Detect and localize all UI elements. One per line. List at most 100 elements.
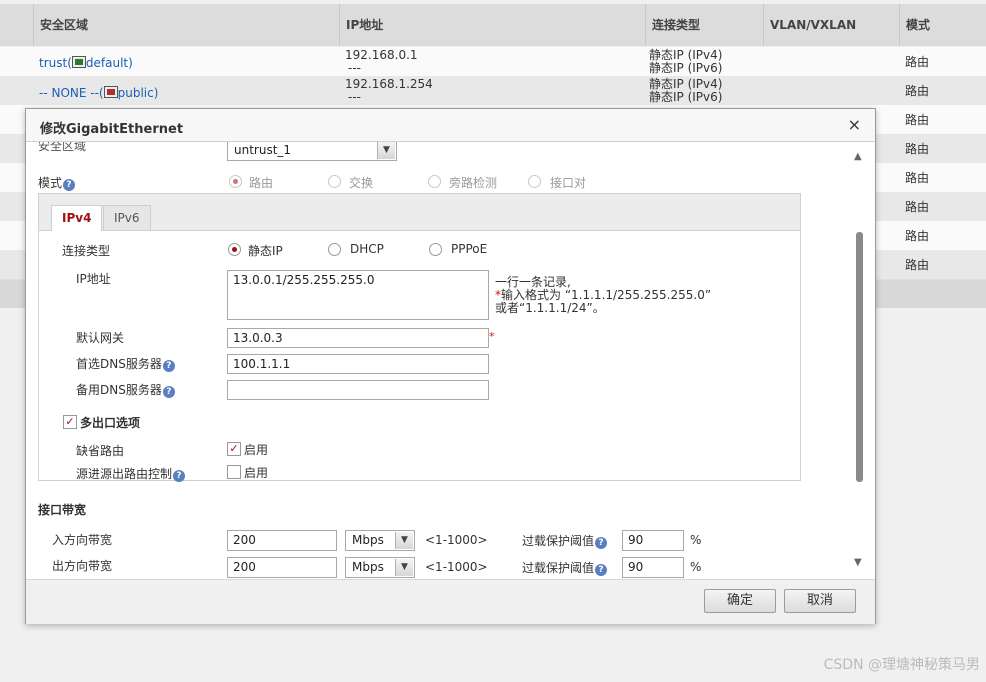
src-route-checkbox[interactable] <box>227 465 241 479</box>
out-bw-label: 出方向带宽 <box>52 559 113 573</box>
dialog-scrollbar[interactable]: ▲ ▼ <box>854 148 866 568</box>
dialog-body[interactable]: 安全区域 untrust_1 ▼ 模式? 路由 交换 旁路检测 接口对 IPv4… <box>26 142 872 578</box>
mode-bypass-radio[interactable] <box>428 175 441 188</box>
help-icon[interactable]: ? <box>595 537 608 549</box>
chevron-down-icon: ▼ <box>377 142 395 159</box>
scroll-up-icon[interactable]: ▲ <box>854 151 862 162</box>
in-bw-input[interactable]: 200 <box>227 530 337 551</box>
col-ip: IP地址 <box>339 4 645 46</box>
conn-type-cell: 静态IP (IPv4) 静态IP (IPv6) <box>649 77 723 104</box>
mode-switch-label: 交换 <box>349 176 374 190</box>
edit-interface-dialog: 修改GigabitEthernet × 安全区域 untrust_1 ▼ 模式?… <box>25 108 876 624</box>
col-vlan: VLAN/VXLAN <box>763 4 899 46</box>
conn-static-radio[interactable] <box>228 243 241 256</box>
table-row[interactable]: trust(default) 192.168.0.1 --- 静态IP (IPv4… <box>0 47 986 77</box>
col-zone: 安全区域 <box>33 4 339 46</box>
out-threshold-input[interactable]: 90 <box>622 557 684 578</box>
col-mode: 模式 <box>899 4 986 46</box>
src-route-enable: 启用 <box>244 466 269 480</box>
mode-pair-label: 接口对 <box>550 176 587 190</box>
conn-dhcp-label: DHCP <box>350 242 384 256</box>
gateway-label: 默认网关 <box>76 331 125 345</box>
conn-dhcp-radio[interactable] <box>328 243 341 256</box>
zone-link[interactable]: trust( <box>39 56 72 70</box>
in-overload-label: 过载保护阈值? <box>522 532 608 549</box>
gateway-input[interactable]: 13.0.0.3 <box>227 328 489 348</box>
dns2-label: 备用DNS服务器? <box>76 381 175 398</box>
multi-exit-checkbox[interactable]: ✓ <box>63 415 77 429</box>
table-row[interactable]: -- NONE --( public) 192.168.1.254 --- 静态IP… <box>0 76 986 106</box>
mode-route-radio[interactable] <box>229 175 242 188</box>
scroll-down-icon[interactable]: ▼ <box>854 557 862 568</box>
src-route-label: 源进源出路由控制? <box>76 465 186 482</box>
mode-cell: 路由 <box>905 84 930 98</box>
mode-cell: 路由 <box>905 229 930 243</box>
default-route-checkbox[interactable]: ✓ <box>227 442 241 456</box>
watermark: CSDN @理塘神秘策马男 <box>823 657 980 673</box>
zone-cell: -- NONE --( public) <box>39 86 158 100</box>
default-route-label: 缺省路由 <box>76 444 125 458</box>
out-bw-input[interactable]: 200 <box>227 557 337 578</box>
mode-cell: 路由 <box>905 171 930 185</box>
out-overload-label: 过载保护阈值? <box>522 559 608 576</box>
close-icon[interactable]: × <box>848 115 861 134</box>
dns1-label: 首选DNS服务器? <box>76 355 175 372</box>
conn-pppoe-radio[interactable] <box>429 243 442 256</box>
chevron-down-icon: ▼ <box>395 559 413 576</box>
ok-button[interactable]: 确定 <box>704 589 776 613</box>
mode-cell: 路由 <box>905 113 930 127</box>
scrollbar-thumb[interactable] <box>856 232 863 482</box>
mode-cell: 路由 <box>905 55 930 69</box>
help-icon[interactable]: ? <box>63 179 76 191</box>
conn-type-label: 连接类型 <box>62 244 111 258</box>
in-bw-label: 入方向带宽 <box>52 533 113 547</box>
mode-cell: 路由 <box>905 258 930 272</box>
default-route-enable: 启用 <box>244 443 269 457</box>
ip-tab-panel: IPv4 IPv6 连接类型 静态IP DHCP PPPoE IP地址 13.0… <box>38 193 801 482</box>
tab-bar: IPv4 IPv6 <box>39 194 800 231</box>
mode-cell: 路由 <box>905 200 930 214</box>
dns1-input[interactable]: 100.1.1.1 <box>227 354 489 374</box>
help-icon[interactable]: ? <box>162 386 175 398</box>
zone-select[interactable]: untrust_1 ▼ <box>227 142 397 161</box>
mode-cell: 路由 <box>905 142 930 156</box>
tab-ipv6[interactable]: IPv6 <box>103 205 151 230</box>
dialog-footer: 确定 取消 <box>26 579 875 624</box>
help-icon[interactable]: ? <box>595 564 608 576</box>
in-bw-unit-select[interactable]: Mbps ▼ <box>345 530 415 551</box>
unit-value: Mbps <box>352 560 384 574</box>
mode-pair-radio[interactable] <box>528 175 541 188</box>
tab-ipv4[interactable]: IPv4 <box>51 205 103 231</box>
zone-label: 安全区域 <box>38 142 87 153</box>
out-bw-range: <1-1000> <box>425 560 488 574</box>
ip-textarea[interactable]: 13.0.0.1/255.255.255.0 <box>227 270 489 320</box>
conn-pppoe-label: PPPoE <box>451 242 488 256</box>
vrf-link[interactable]: public) <box>118 86 159 100</box>
mode-bypass-label: 旁路检测 <box>449 176 498 190</box>
dns2-input[interactable] <box>227 380 489 400</box>
out-bw-unit-select[interactable]: Mbps ▼ <box>345 557 415 578</box>
mode-route-label: 路由 <box>249 176 274 190</box>
mode-switch-radio[interactable] <box>328 175 341 188</box>
help-icon[interactable]: ? <box>162 360 175 372</box>
cancel-button[interactable]: 取消 <box>784 589 856 613</box>
multi-exit-label: 多出口选项 <box>80 416 141 430</box>
conn-static-label: 静态IP <box>248 244 283 258</box>
percent-sign: % <box>690 560 702 574</box>
table-header: 安全区域 IP地址 连接类型 VLAN/VXLAN 模式 <box>0 4 986 46</box>
dialog-titlebar: 修改GigabitEthernet × <box>26 109 875 142</box>
chevron-down-icon: ▼ <box>395 532 413 549</box>
vrf-link[interactable]: default) <box>86 56 133 70</box>
zone-cell: trust( default) <box>39 56 133 70</box>
zone-icon <box>71 56 86 68</box>
zone-link[interactable]: -- NONE --( <box>39 86 104 100</box>
in-threshold-input[interactable]: 90 <box>622 530 684 551</box>
ip-label: IP地址 <box>76 272 111 286</box>
ip-cell: 192.168.0.1 --- <box>345 48 418 75</box>
dialog-title: 修改GigabitEthernet <box>40 122 184 137</box>
zone-icon <box>103 86 118 98</box>
help-icon[interactable]: ? <box>173 470 186 482</box>
ip-cell: 192.168.1.254 --- <box>345 77 433 104</box>
in-bw-range: <1-1000> <box>425 533 488 547</box>
unit-value: Mbps <box>352 533 384 547</box>
